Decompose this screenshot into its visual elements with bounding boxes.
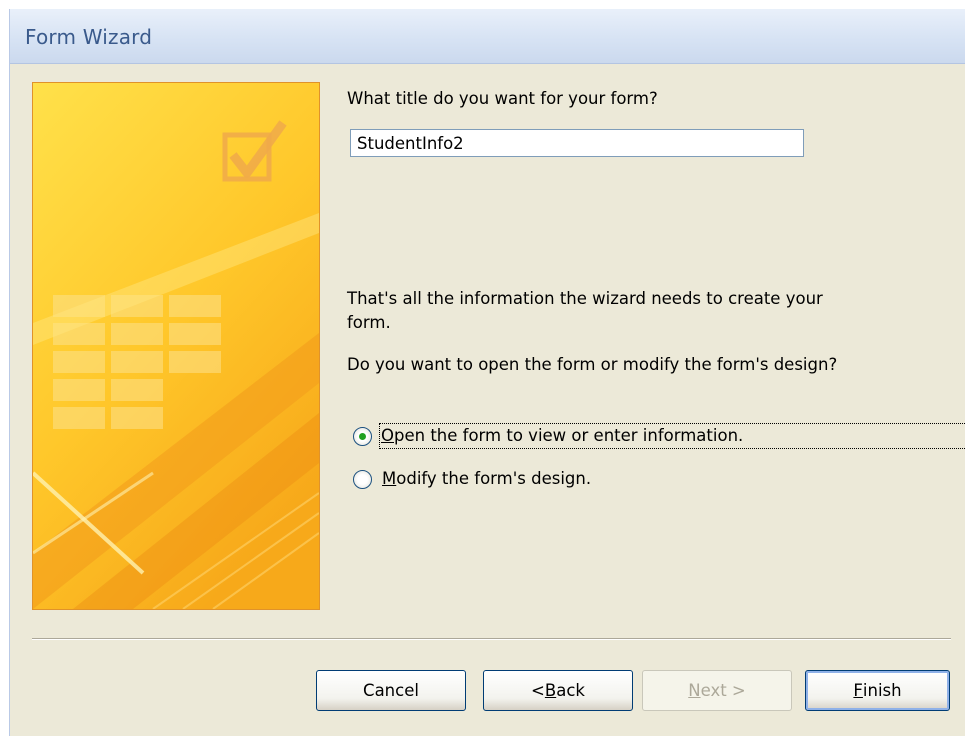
title-prompt: What title do you want for your form? (347, 89, 658, 108)
window-title: Form Wizard (25, 25, 153, 49)
open-form-option[interactable]: Open the form to view or enter informati… (353, 421, 965, 451)
open-or-modify-question: Do you want to open the form or modify t… (347, 355, 838, 374)
cancel-button[interactable]: Cancel (316, 670, 466, 711)
info-line-2: form. (347, 313, 391, 332)
modify-design-radio[interactable] (353, 469, 372, 489)
next-button[interactable]: Next > (642, 670, 792, 711)
button-separator (32, 638, 951, 640)
open-form-radio[interactable] (353, 426, 372, 446)
form-wizard-window: Form Wizard What title do you want for y… (9, 9, 965, 736)
open-form-label[interactable]: Open the form to view or enter informati… (379, 423, 965, 449)
back-button[interactable]: < Back (483, 670, 633, 711)
modify-design-label[interactable]: Modify the form's design. (379, 467, 594, 491)
title-bar: Form Wizard (10, 9, 965, 64)
finish-button[interactable]: Finish (805, 670, 950, 711)
wizard-checkbox-illustration-icon (33, 83, 319, 609)
form-title-input[interactable] (350, 129, 804, 157)
wizard-illustration (32, 82, 320, 610)
info-line-1: That's all the information the wizard ne… (347, 289, 823, 308)
modify-design-option[interactable]: Modify the form's design. (353, 464, 594, 494)
